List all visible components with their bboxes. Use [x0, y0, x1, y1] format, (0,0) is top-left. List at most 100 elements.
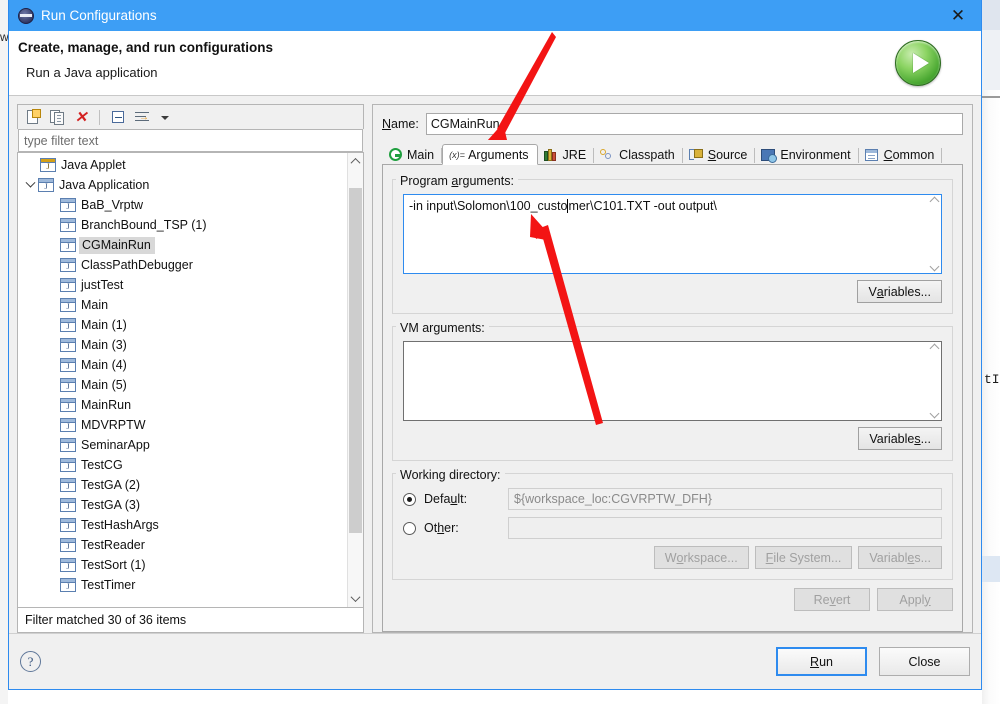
tab-label: JRE [562, 148, 587, 162]
close-icon[interactable]: ✕ [935, 0, 981, 31]
tree-item-java-application[interactable]: Java Application [18, 175, 347, 195]
apply-button-label-pre: Appl [899, 592, 925, 607]
tab-source[interactable]: Source [682, 144, 756, 165]
question-mark-help-icon[interactable]: ? [20, 651, 41, 672]
close-button[interactable]: Close [879, 647, 970, 676]
program-arguments-text-before-caret: -in input\Solomon\100_custo [409, 199, 568, 213]
tree-item-label: TestHashArgs [81, 518, 159, 532]
chevron-down-icon[interactable] [22, 177, 38, 189]
scrollbar-thumb[interactable] [349, 188, 362, 533]
tree-item-classpathdebugger[interactable]: ClassPathDebugger [18, 255, 347, 275]
tree-item-branchbound-tsp-1[interactable]: BranchBound_TSP (1) [18, 215, 347, 235]
tab-arguments[interactable]: (x)= Arguments [442, 144, 538, 165]
tree-item-main-5[interactable]: Main (5) [18, 375, 347, 395]
tree-item-testreader[interactable]: TestReader [18, 535, 347, 555]
tree-item-label-wrap: Main (5) [81, 378, 127, 392]
program-arguments-scrollbar[interactable] [926, 195, 941, 273]
java-application-icon [60, 438, 76, 452]
java-application-icon [60, 358, 76, 372]
workspace-button-label-post: rkspace... [683, 550, 738, 565]
tree-item-label: justTest [81, 278, 124, 292]
tree-item-justtest[interactable]: justTest [18, 275, 347, 295]
new-document-icon[interactable] [23, 108, 43, 127]
tab-common[interactable]: Common [858, 144, 943, 165]
default-directory-input: ${workspace_loc:CGVRPTW_DFH} [508, 488, 942, 510]
scroll-up-icon[interactable] [348, 153, 363, 170]
program-arguments-variables-button[interactable]: Va riables... [857, 280, 942, 303]
jre-tab-icon [543, 148, 559, 162]
tree-item-testga-2[interactable]: TestGA (2) [18, 475, 347, 495]
program-arguments-group: Program arguments: -in input\Solomon\100… [392, 174, 953, 314]
tree-item-label-wrap: Main (1) [81, 318, 127, 332]
tab-environment[interactable]: Environment [755, 144, 859, 165]
program-arguments-label-post: rguments: [458, 174, 514, 188]
program-arguments-box: -in input\Solomon\100_customer\C101.TXT … [392, 179, 953, 314]
configuration-tabs: Main (x)= Arguments JRE Classpath Source Envir… [382, 143, 963, 165]
other-directory-input[interactable] [508, 517, 942, 539]
duplicate-icon[interactable] [47, 108, 67, 127]
tree-item-main-1[interactable]: Main (1) [18, 315, 347, 335]
run-button[interactable]: Run [776, 647, 867, 676]
tree-item-mainrun[interactable]: MainRun [18, 395, 347, 415]
background-right-band-second [982, 30, 1000, 90]
tree-item-testcg[interactable]: TestCG [18, 455, 347, 475]
scroll-down-icon[interactable] [929, 261, 939, 272]
tab-classpath[interactable]: Classpath [594, 144, 683, 165]
vm-arguments-label-post: uments: [440, 321, 485, 335]
tree-item-cgmainrun[interactable]: CGMainRun [18, 235, 347, 255]
vm-arguments-variables-button[interactable]: Variable s... [858, 427, 942, 450]
tree-item-label: TestTimer [81, 578, 136, 592]
apply-button: Appl y [877, 588, 953, 611]
java-application-icon [60, 458, 76, 472]
tree-item-label: MDVRPTW [81, 418, 146, 432]
other-radio-button[interactable] [403, 521, 416, 535]
tree-item-label: TestCG [81, 458, 123, 472]
name-input[interactable]: CGMainRun [425, 113, 963, 135]
tree-item-testtimer[interactable]: TestTimer [18, 575, 347, 595]
tree-item-java-applet[interactable]: Java Applet [18, 155, 347, 175]
scroll-up-icon[interactable] [929, 196, 939, 207]
tree-item-testsort-1[interactable]: TestSort (1) [18, 555, 347, 575]
collapse-all-icon[interactable] [108, 108, 128, 127]
variables-button-label-pre: Variabl [869, 550, 908, 565]
filter-input[interactable]: type filter text [18, 129, 363, 152]
tab-jre[interactable]: JRE [537, 144, 595, 165]
tree-item-label-wrap: justTest [81, 278, 123, 292]
run-configurations-dialog: Run Configurations ✕ Create, manage, and… [8, 0, 982, 690]
tree-item-mdvrptw[interactable]: MDVRPTW [18, 415, 347, 435]
tree-item-main-4[interactable]: Main (4) [18, 355, 347, 375]
vm-arguments-textarea[interactable] [403, 341, 942, 421]
tree-item-seminarapp[interactable]: SeminarApp [18, 435, 347, 455]
tree-item-label-wrap: MainRun [81, 398, 131, 412]
red-delete-x-icon[interactable]: ✕ [71, 108, 91, 127]
tree-scrollbar[interactable] [347, 153, 363, 607]
vm-variables-post: ... [920, 431, 931, 446]
tree-item-main-3[interactable]: Main (3) [18, 335, 347, 355]
configurations-tree[interactable]: Java Applet Java Application BaB_Vrptw Bran… [18, 153, 347, 607]
tree-item-main[interactable]: Main [18, 295, 347, 315]
variables-button: Variabl e s... [858, 546, 942, 569]
program-arguments-textarea[interactable]: -in input\Solomon\100_customer\C101.TXT … [403, 194, 942, 274]
vm-arguments-text [404, 342, 926, 420]
tree-item-testga-3[interactable]: TestGA (3) [18, 495, 347, 515]
tree-item-label: Main (5) [81, 378, 127, 392]
tree-item-label-wrap: BaB_Vrptw [81, 198, 143, 212]
chevron-down-icon[interactable] [156, 108, 176, 127]
tab-main[interactable]: Main [382, 144, 443, 165]
tab-label-rest: ource [716, 148, 748, 162]
java-applet-icon [40, 158, 56, 172]
java-application-icon [60, 478, 76, 492]
tree-item-label-wrap: CGMainRun [79, 236, 155, 254]
program-arguments-text-after-caret: mer\C101.TXT -out output\ [568, 199, 717, 213]
scroll-up-icon[interactable] [929, 343, 939, 354]
scroll-down-icon[interactable] [929, 408, 939, 419]
vm-arguments-scrollbar[interactable] [926, 342, 941, 420]
filter-icon[interactable]: → [132, 108, 152, 127]
tree-item-bab-vrptw[interactable]: BaB_Vrptw [18, 195, 347, 215]
apply-button-label-mnemonic: y [924, 592, 931, 607]
scroll-down-icon[interactable] [348, 590, 363, 607]
default-radio-button[interactable] [403, 492, 416, 506]
tree-item-testhashargs[interactable]: TestHashArgs [18, 515, 347, 535]
filter-placeholder: type filter text [24, 133, 99, 148]
default-directory-value: ${workspace_loc:CGVRPTW_DFH} [514, 492, 712, 506]
